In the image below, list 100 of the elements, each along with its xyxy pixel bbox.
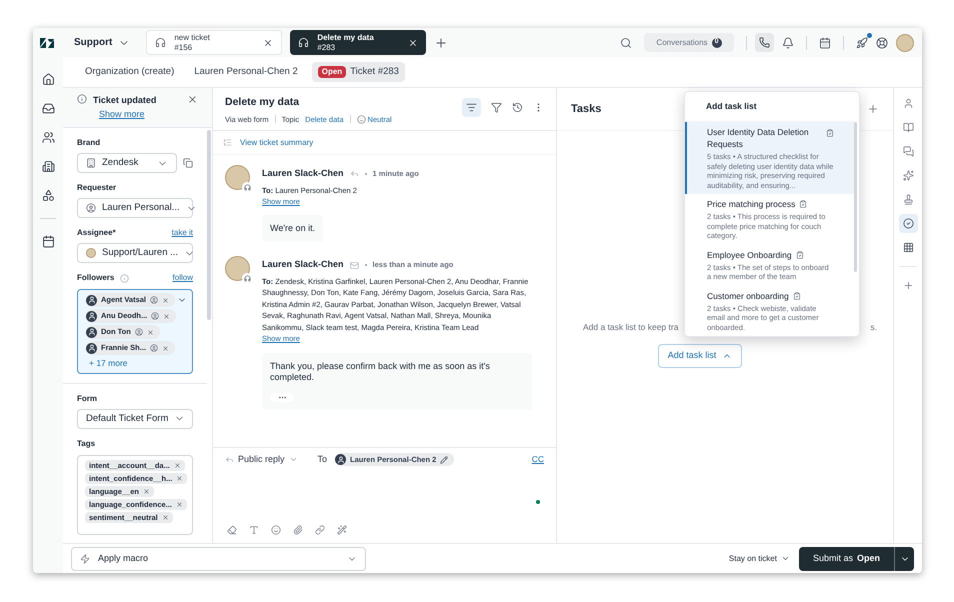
calendar-icon[interactable] <box>42 235 54 248</box>
remove-icon[interactable] <box>146 328 154 336</box>
checklist-icon <box>792 292 801 300</box>
requester-select[interactable]: Lauren Personal... <box>77 198 193 218</box>
wand-icon[interactable] <box>337 525 347 535</box>
checklist-icon <box>799 200 808 208</box>
logo-icon <box>40 38 54 48</box>
remove-icon[interactable] <box>162 296 170 304</box>
form-select[interactable]: Default Ticket Form <box>77 408 193 429</box>
scrollbar[interactable] <box>854 122 857 272</box>
add-tab-icon[interactable] <box>434 36 448 50</box>
option-name: Price matching process <box>707 198 796 210</box>
building-icon[interactable] <box>42 160 54 173</box>
tab-number: #156 <box>174 42 194 52</box>
stamp-icon[interactable] <box>902 194 914 205</box>
dropdown-title: Add task list <box>706 100 757 113</box>
user-icon[interactable] <box>902 98 914 109</box>
phone-button[interactable] <box>755 33 774 52</box>
help-icon[interactable] <box>876 36 888 48</box>
close-icon[interactable] <box>263 38 274 48</box>
breadcrumb-tab[interactable]: Organization (create) <box>79 62 180 82</box>
history-icon[interactable] <box>512 102 523 113</box>
apps-grid-icon[interactable] <box>902 242 914 253</box>
submit-options-button[interactable] <box>894 546 914 570</box>
reply-mode-select[interactable]: Public reply <box>238 453 298 466</box>
agent-icon <box>150 296 158 304</box>
apply-macro-select[interactable]: Apply macro <box>71 546 366 570</box>
headset-icon <box>155 37 166 48</box>
status-badge: Open <box>318 66 346 78</box>
field-label: Tags <box>77 438 96 450</box>
view-summary-link[interactable]: View ticket summary <box>240 136 314 148</box>
tasks-button[interactable] <box>898 214 918 233</box>
breadcrumb-tab[interactable]: Open Ticket #283 <box>312 62 405 82</box>
chevron-down-icon <box>780 554 790 563</box>
empty-state-text: s. <box>870 321 877 334</box>
submit-button[interactable]: Submit as Open <box>798 546 894 570</box>
add-icon[interactable] <box>902 280 914 291</box>
more-followers-link[interactable]: + 17 more <box>89 357 184 370</box>
take-it-link[interactable]: take it <box>172 227 193 239</box>
close-icon[interactable] <box>408 38 418 48</box>
agent-icon <box>134 328 143 336</box>
close-icon[interactable] <box>187 94 198 105</box>
sparkle-icon[interactable] <box>902 170 914 181</box>
remove-icon[interactable] <box>162 344 170 352</box>
rocket-icon[interactable] <box>856 36 868 48</box>
follow-link[interactable]: follow <box>172 272 193 284</box>
conversations-label: Conversations <box>656 36 708 48</box>
book-icon[interactable] <box>902 122 914 133</box>
user-icon <box>88 312 96 320</box>
show-more-link[interactable]: Show more <box>99 108 181 121</box>
notifications-icon[interactable] <box>782 36 794 48</box>
people-icon[interactable] <box>42 131 54 144</box>
filter-icon[interactable] <box>491 102 502 113</box>
eraser-icon[interactable] <box>227 525 237 535</box>
views-icon[interactable] <box>42 102 54 115</box>
user-icon <box>336 456 345 464</box>
tab-label: Lauren Personal-Chen 2 <box>194 64 298 79</box>
option-name: User Identity Data Deletion Requests <box>707 126 810 150</box>
text-format-icon[interactable] <box>249 525 259 535</box>
field-label: Requester <box>77 182 118 194</box>
add-icon[interactable] <box>867 103 879 115</box>
shapes-icon[interactable] <box>42 189 54 202</box>
field-label: Assignee* <box>77 227 116 239</box>
remove-icon[interactable] <box>163 312 170 320</box>
copy-icon[interactable] <box>183 158 193 168</box>
option-name: Customer onboarding <box>707 290 789 302</box>
link-icon[interactable] <box>315 525 325 535</box>
building-icon <box>86 158 96 168</box>
attachment-icon[interactable] <box>293 525 303 535</box>
headset-icon <box>298 37 310 48</box>
chat-icon[interactable] <box>902 146 914 157</box>
remove-icon[interactable] <box>143 488 150 495</box>
ticket-tab[interactable]: new ticket #156 <box>146 30 282 55</box>
product-switcher[interactable]: Support <box>74 35 130 50</box>
calendar-icon[interactable] <box>819 36 831 48</box>
emoji-icon[interactable] <box>271 525 281 535</box>
field-label: Form <box>77 392 98 405</box>
email-icon <box>350 260 359 270</box>
edit-icon[interactable] <box>440 456 448 464</box>
stay-on-ticket-select[interactable]: Stay on ticket <box>728 552 790 564</box>
agent-icon <box>244 274 250 282</box>
option-name: Employee Onboarding <box>707 248 792 260</box>
remove-icon[interactable] <box>176 474 184 482</box>
home-icon[interactable] <box>42 73 54 86</box>
add-task-list-button[interactable]: Add task list <box>658 344 742 368</box>
assignee-select[interactable]: Support/Lauren ... <box>77 243 193 263</box>
remove-icon[interactable] <box>174 462 181 469</box>
brand-select[interactable]: Zendesk <box>77 153 177 173</box>
remove-icon[interactable] <box>162 514 169 521</box>
search-icon[interactable] <box>620 36 632 48</box>
summary-button[interactable] <box>462 98 481 117</box>
reply-icon <box>225 455 234 464</box>
tab-label: Ticket #283 <box>350 64 399 79</box>
info-icon <box>120 274 130 282</box>
breadcrumb-tab[interactable]: Lauren Personal-Chen 2 <box>188 62 304 82</box>
checklist-icon <box>796 250 804 258</box>
ticket-tab[interactable]: Delete my data #283 <box>290 30 426 55</box>
cc-link[interactable]: CC <box>532 453 544 466</box>
remove-icon[interactable] <box>176 500 183 508</box>
agent-icon <box>244 184 250 190</box>
